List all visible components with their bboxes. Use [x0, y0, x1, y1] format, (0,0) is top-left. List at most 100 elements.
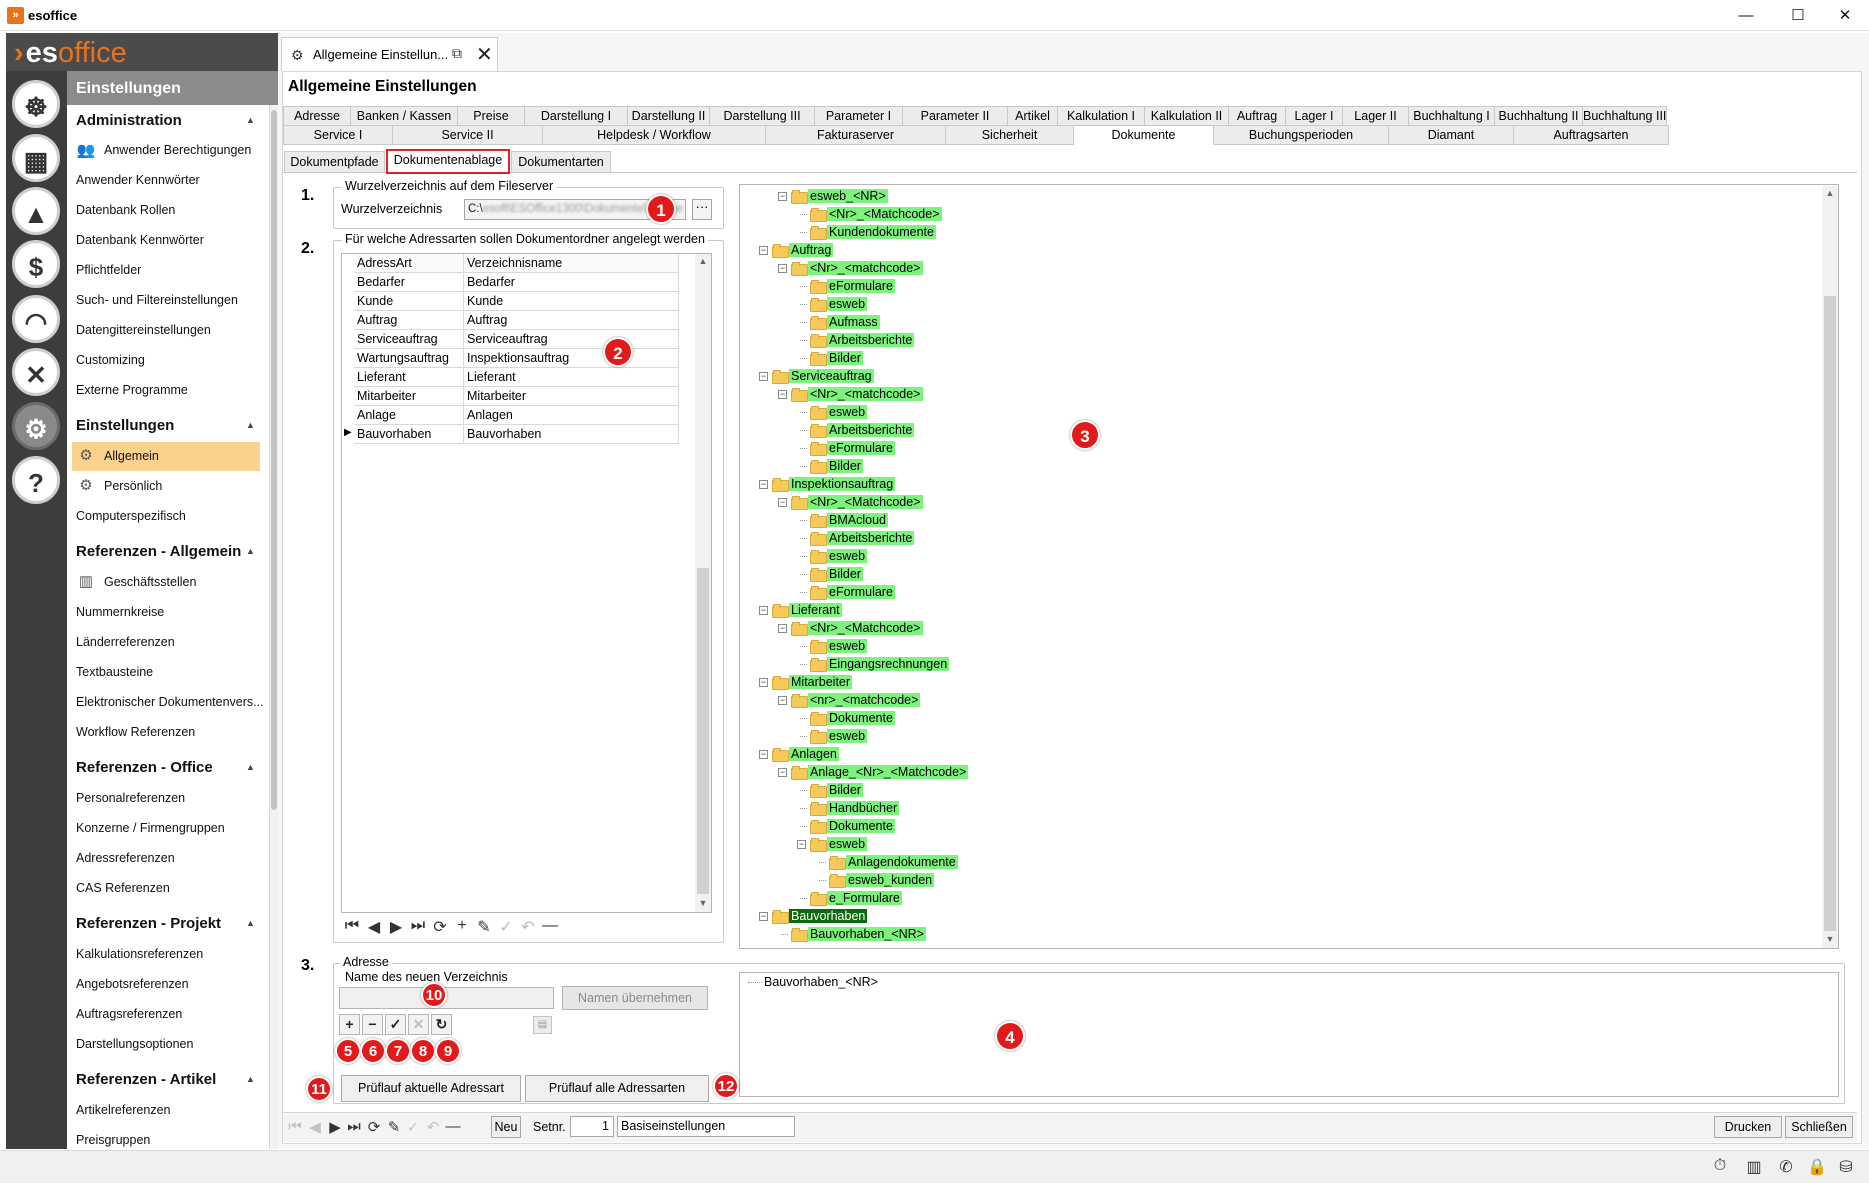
scroll-down-icon[interactable]: ▼: [1824, 934, 1836, 944]
grid-cell-adressart[interactable]: Bedarfer: [354, 273, 464, 292]
setnr-input[interactable]: 1: [570, 1116, 614, 1137]
add-folder-button[interactable]: +: [339, 1014, 360, 1035]
browse-button[interactable]: ···: [692, 199, 712, 220]
tree-node[interactable]: <nr>_<matchcode>: [791, 692, 921, 709]
nav-item[interactable]: Adressreferenzen: [76, 851, 175, 865]
nav-item[interactable]: Datenbank Rollen: [76, 203, 175, 217]
database-icon[interactable]: ⛁: [1835, 1157, 1857, 1177]
tab-lager-ii[interactable]: Lager II: [1343, 106, 1409, 126]
collapse-node-icon[interactable]: −: [778, 498, 787, 507]
tree-node[interactable]: Bilder: [810, 566, 863, 583]
tab-adresse[interactable]: Adresse: [283, 106, 351, 126]
nav-item-allgemein[interactable]: Allgemein: [104, 449, 159, 463]
grid-cell-verzeichnis[interactable]: Auftrag: [464, 311, 679, 330]
tree-node[interactable]: Dokumente: [810, 710, 895, 727]
tree-node[interactable]: Eingangsrechnungen: [810, 656, 950, 673]
nav-item[interactable]: Elektronischer Dokumentenvers...: [76, 695, 264, 709]
tab-banken-kassen[interactable]: Banken / Kassen: [351, 106, 458, 126]
tree-node[interactable]: <Nr>_<matchcode>: [791, 386, 923, 403]
check-current-button[interactable]: Prüflauf aktuelle Adressart: [341, 1075, 521, 1102]
minimize-button[interactable]: —: [1723, 0, 1769, 31]
delete-icon[interactable]: —: [540, 917, 560, 935]
set-name-input[interactable]: Basiseinstellungen: [617, 1116, 795, 1137]
phone-icon[interactable]: ✆: [1775, 1157, 1797, 1177]
building-icon[interactable]: ▥: [1743, 1157, 1765, 1177]
tab-helpdesk-workflow[interactable]: Helpdesk / Workflow: [543, 125, 766, 145]
tree-node[interactable]: Bauvorhaben_<NR>: [791, 926, 926, 943]
tree-node[interactable]: BMAcloud: [810, 512, 888, 529]
tab-preise[interactable]: Preise: [458, 106, 525, 126]
nav-item[interactable]: Computerspezifisch: [76, 509, 186, 523]
cancel-edit-icon[interactable]: ↶: [518, 917, 538, 937]
new-record-button[interactable]: Neu: [491, 1116, 521, 1138]
nav-section-referenzen-allgemein[interactable]: Referenzen - Allgemein ▲: [76, 543, 255, 560]
close-tab-icon[interactable]: ✕: [476, 42, 493, 67]
subtab-dokumentenablage[interactable]: Dokumentenablage: [386, 149, 510, 174]
tree-node[interactable]: Bauvorhaben: [772, 908, 868, 925]
collapse-node-icon[interactable]: −: [778, 768, 787, 777]
edit-icon[interactable]: ✎: [474, 917, 494, 937]
collapse-icon[interactable]: ▲: [246, 546, 255, 556]
grid-cell-adressart[interactable]: Anlage: [354, 406, 464, 425]
tab-sicherheit[interactable]: Sicherheit: [946, 125, 1074, 145]
grid-cell-verzeichnis[interactable]: Mitarbeiter: [464, 387, 679, 406]
tab-buchhaltung-i[interactable]: Buchhaltung I: [1409, 106, 1495, 126]
tree-node[interactable]: Kundendokumente: [810, 224, 936, 241]
nav-item[interactable]: Customizing: [76, 353, 145, 367]
tree-node[interactable]: esweb_<NR>: [791, 188, 888, 205]
tree-node[interactable]: <Nr>_<Matchcode>: [791, 620, 923, 637]
nav-item[interactable]: Geschäftsstellen: [104, 575, 196, 589]
nav-section-administration[interactable]: Administration ▲: [76, 112, 255, 129]
tab-darstellung-ii[interactable]: Darstellung II: [628, 106, 710, 126]
nav-item[interactable]: Such- und Filtereinstellungen: [76, 293, 238, 307]
nav-scrollbar-thumb[interactable]: [271, 110, 277, 810]
collapse-icon[interactable]: ▲: [246, 420, 255, 430]
nav-section-einstellungen[interactable]: Einstellungen ▲: [76, 417, 255, 434]
collapse-icon[interactable]: ▲: [246, 115, 255, 125]
tree-node[interactable]: eFormulare: [810, 440, 895, 457]
collapse-node-icon[interactable]: −: [759, 678, 768, 687]
last-record-icon[interactable]: ⏭: [344, 1118, 364, 1135]
collapse-icon[interactable]: ▲: [246, 762, 255, 772]
tab-auftragsarten[interactable]: Auftragsarten: [1514, 125, 1669, 145]
grid-cell-verzeichnis[interactable]: Anlagen: [464, 406, 679, 425]
nav-item[interactable]: Externe Programme: [76, 383, 188, 397]
tree-node[interactable]: Anlagen: [772, 746, 839, 763]
last-record-icon[interactable]: ⏭: [408, 917, 428, 935]
next-record-icon[interactable]: ▶: [386, 917, 406, 937]
nav-item[interactable]: Anwender Berechtigungen: [104, 143, 251, 157]
tree-node[interactable]: Bilder: [810, 458, 863, 475]
tab-dokumente[interactable]: Dokumente: [1074, 125, 1214, 145]
tab-parameter-i[interactable]: Parameter I: [815, 106, 903, 126]
nav-item[interactable]: Pflichtfelder: [76, 263, 141, 277]
grid-cell-adressart[interactable]: Serviceauftrag: [354, 330, 464, 349]
tree-node[interactable]: Anlage_<Nr>_<Matchcode>: [791, 764, 969, 781]
tree-node[interactable]: <Nr>_<Matchcode>: [791, 494, 923, 511]
grid-cell-verzeichnis[interactable]: Bedarfer: [464, 273, 679, 292]
nav-item[interactable]: Textbausteine: [76, 665, 153, 679]
grid-cell-verzeichnis[interactable]: Kunde: [464, 292, 679, 311]
delete-icon[interactable]: —: [443, 1118, 463, 1135]
folder-tree[interactable]: [739, 184, 1839, 949]
tree-node[interactable]: esweb: [810, 404, 868, 421]
tree-node[interactable]: Bilder: [810, 782, 863, 799]
remove-folder-button[interactable]: −: [362, 1014, 383, 1035]
close-button[interactable]: Schließen: [1785, 1116, 1853, 1138]
nav-item[interactable]: Datenbank Kennwörter: [76, 233, 204, 247]
grid-cell-verzeichnis[interactable]: Inspektionsauftrag: [464, 349, 679, 368]
collapse-node-icon[interactable]: −: [759, 246, 768, 255]
nav-item[interactable]: Auftragsreferenzen: [76, 1007, 182, 1021]
tab-buchhaltung-ii[interactable]: Buchhaltung II: [1495, 106, 1583, 126]
headset-module-icon[interactable]: ◠: [12, 295, 60, 343]
nav-item[interactable]: Anwender Kennwörter: [76, 173, 200, 187]
collapse-node-icon[interactable]: −: [778, 390, 787, 399]
tree-node[interactable]: esweb: [810, 296, 868, 313]
tab-auftrag[interactable]: Auftrag: [1229, 106, 1286, 126]
grid-cell-verzeichnis[interactable]: Serviceauftrag: [464, 330, 679, 349]
next-record-icon[interactable]: ▶: [325, 1118, 345, 1136]
first-record-icon[interactable]: ⏮: [342, 917, 362, 935]
grid-scrollbar-thumb[interactable]: [697, 568, 709, 894]
grid-cell-adressart[interactable]: Auftrag: [354, 311, 464, 330]
nav-item[interactable]: Nummernkreise: [76, 605, 164, 619]
nav-item[interactable]: Workflow Referenzen: [76, 725, 195, 739]
